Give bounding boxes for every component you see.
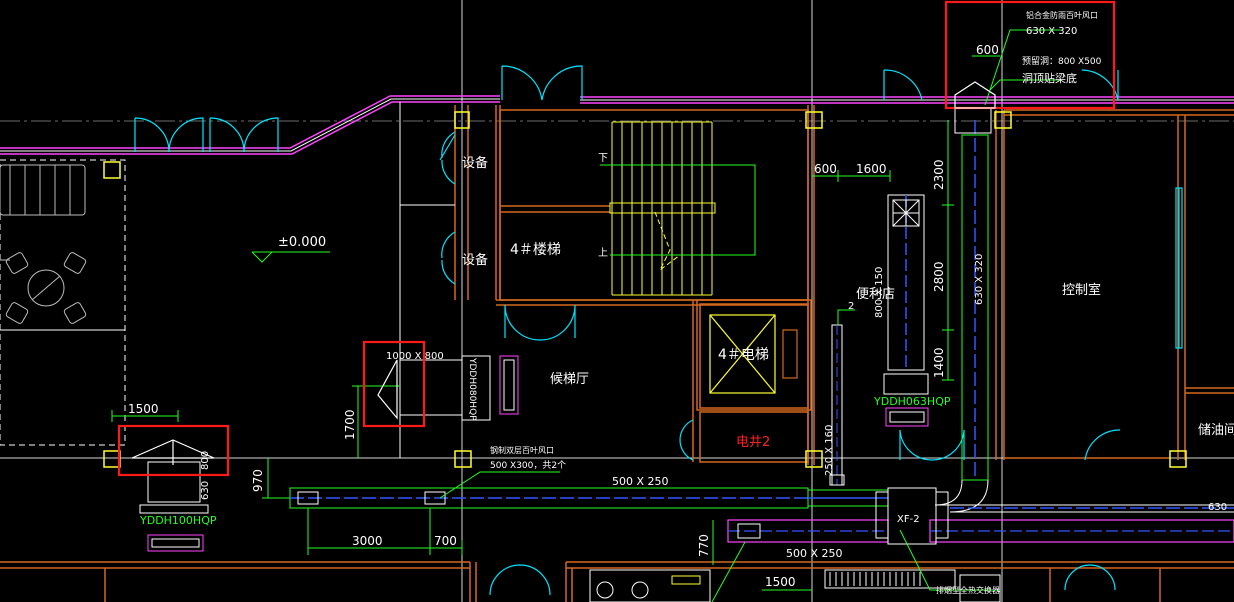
annotation-bottom-louver-title: 钢制双层百叶风口 <box>490 445 554 455</box>
dim-770: 770 <box>697 534 711 557</box>
dim-630-left: 630 <box>200 481 211 500</box>
elevation-marker <box>251 251 330 263</box>
duct-store-vertical <box>887 194 925 371</box>
stair-arrows <box>600 164 756 256</box>
label-control-room: 控制室 <box>1062 282 1101 298</box>
dim-800x150: 800 X 150 <box>874 267 885 318</box>
furniture-left <box>0 164 87 324</box>
stair-treads <box>609 121 716 296</box>
dim-630-right: 630 <box>1208 502 1227 513</box>
dim-630x320-vertical: 630 X 320 <box>974 254 985 305</box>
interior-walls <box>0 105 1234 602</box>
cad-drawing-canvas: 设备 设备 ±0.000 4＃楼梯 下 上 4＃电梯 候梯厅 便利店 控制室 储… <box>0 0 1234 602</box>
label-fan-right: YDDH063HQP <box>873 395 951 408</box>
label-equipment-1: 设备 <box>462 155 488 171</box>
dim-3000: 3000 <box>352 534 383 548</box>
dim-2300: 2300 <box>932 159 946 190</box>
annotation-bottom-louver-size: 500 X300，共2个 <box>490 460 566 471</box>
fan-unit-mid <box>399 355 519 421</box>
annotation-louver-title: 铝合金防雨百叶风口 <box>1026 10 1098 20</box>
callout-2: 2 <box>848 301 854 312</box>
dim-600-top: 600 <box>976 43 999 57</box>
duct-right-horizontal <box>935 504 1234 513</box>
annotation-bottom-note: 排烟型全热交换器 <box>936 585 1000 595</box>
label-stair-down: 下 <box>598 153 608 164</box>
dim-2800: 2800 <box>932 261 946 292</box>
dim-500x250-main: 500 X 250 <box>612 475 669 488</box>
dim-600: 600 <box>814 162 837 176</box>
interior-thin-lines <box>0 102 455 458</box>
dim-1500-bottom: 1500 <box>765 575 796 589</box>
label-stair: 4＃楼梯 <box>510 242 561 258</box>
annotation-hole-bottom: 洞顶贴梁底 <box>1022 71 1077 85</box>
label-fan-left: YDDH100HQP <box>139 514 217 527</box>
label-shaft: 电井2 <box>736 435 770 450</box>
label-stair-up: 上 <box>598 247 608 259</box>
dim-1600: 1600 <box>856 162 887 176</box>
exterior-wall-left-white <box>0 98 500 152</box>
hood-shapes <box>131 81 996 465</box>
annotation-reserve-hole: 预留洞：800 X500 <box>1022 55 1102 67</box>
duct-lower-magenta <box>727 519 1234 543</box>
dim-800-left: 800 <box>200 451 211 470</box>
louvers-small <box>297 474 845 539</box>
label-unit-xf2: XF-2 <box>897 514 920 525</box>
dim-250x160: 250 X 160 <box>824 425 835 476</box>
annotation-louver-size: 630 X 320 <box>1026 26 1077 37</box>
label-fan-mid: YDDH080HQP <box>467 357 477 421</box>
exterior-wall-left <box>0 95 500 155</box>
dim-1700: 1700 <box>343 409 357 440</box>
label-equipment-2: 设备 <box>462 252 488 268</box>
dim-700: 700 <box>434 534 457 548</box>
dim-1400: 1400 <box>932 347 946 378</box>
label-elevation: ±0.000 <box>278 235 326 250</box>
dim-970: 970 <box>251 469 265 492</box>
doors <box>134 65 1183 596</box>
label-elevator: 4＃电梯 <box>718 347 769 363</box>
highlight-boxes <box>117 0 1116 477</box>
dim-1000x800: 1000 X 800 <box>386 351 444 362</box>
dim-500x250-lower: 500 X 250 <box>786 547 843 560</box>
dim-1500-left: 1500 <box>128 402 159 416</box>
label-hall: 候梯厅 <box>550 372 589 387</box>
label-oil-room: 储油间 <box>1198 423 1234 438</box>
duct-main-horizontal <box>289 487 889 509</box>
